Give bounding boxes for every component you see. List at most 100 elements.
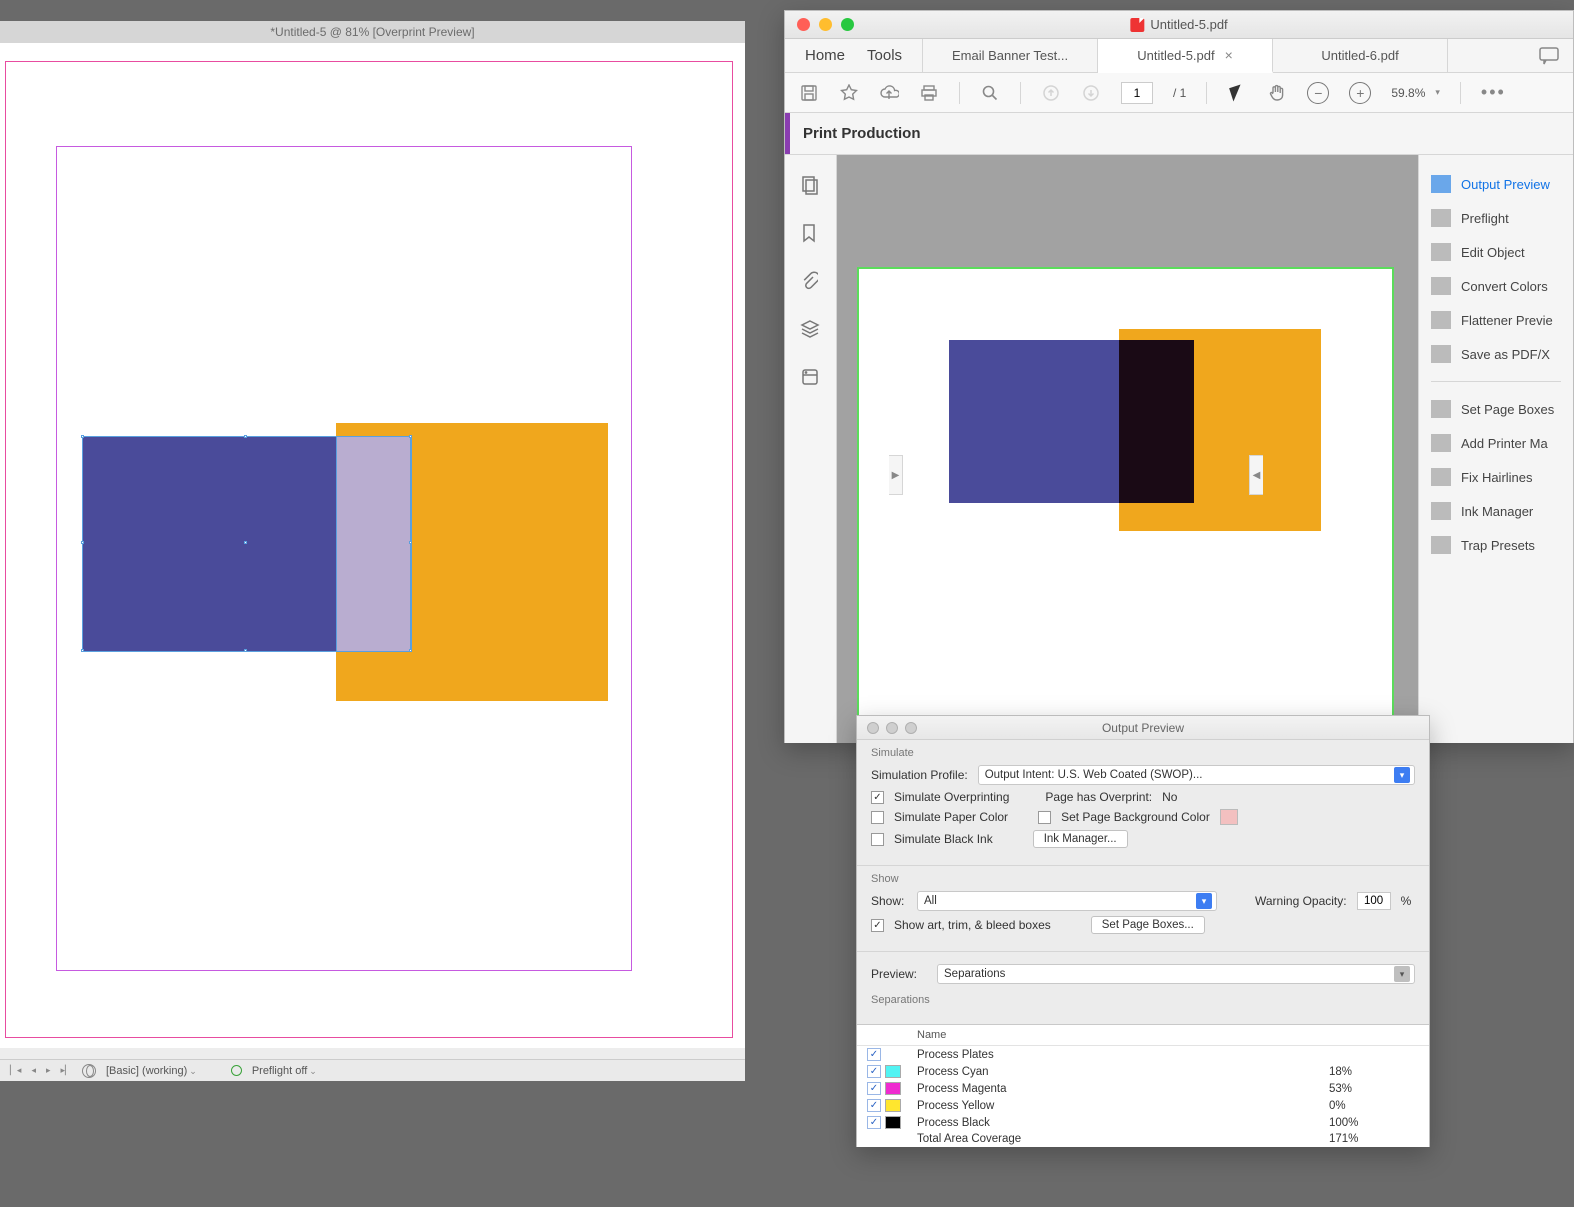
rr-ink-manager[interactable]: Ink Manager: [1419, 494, 1573, 528]
show-select[interactable]: All▾: [917, 891, 1217, 911]
acrobat-window: Untitled-5.pdf Home Tools Email Banner T…: [784, 10, 1574, 743]
zoom-level-dropdown[interactable]: 59.8%▾: [1391, 86, 1440, 100]
more-tools-icon[interactable]: •••: [1481, 82, 1506, 103]
separation-value: 171%: [1329, 1133, 1419, 1145]
nav-home[interactable]: Home: [805, 47, 845, 64]
separation-row[interactable]: Process Black100%: [857, 1114, 1429, 1131]
panel-minimize-icon[interactable]: [886, 722, 898, 734]
set-bg-color-checkbox[interactable]: [1038, 811, 1051, 824]
rr-edit-object[interactable]: Edit Object: [1419, 235, 1573, 269]
separation-row[interactable]: Process Magenta53%: [857, 1080, 1429, 1097]
print-icon[interactable]: [919, 83, 939, 103]
attachment-icon[interactable]: [800, 271, 822, 293]
close-window-icon[interactable]: [797, 18, 810, 31]
separations-label: Separations: [871, 994, 1415, 1006]
page-number-input[interactable]: [1121, 82, 1153, 104]
separation-checkbox[interactable]: [867, 1048, 881, 1061]
output-preview-panel[interactable]: Output Preview Simulate Simulation Profi…: [856, 715, 1430, 1147]
page-down-icon[interactable]: [1081, 83, 1101, 103]
document-viewport[interactable]: ▶ ◀: [837, 155, 1418, 743]
separation-checkbox[interactable]: [867, 1099, 881, 1112]
page-has-overprint-value: No: [1162, 790, 1177, 804]
globe-icon[interactable]: [82, 1064, 96, 1078]
traffic-lights[interactable]: [785, 18, 854, 31]
preset-dropdown[interactable]: [Basic] (working)⌄: [106, 1065, 197, 1077]
separation-checkbox[interactable]: [867, 1065, 881, 1078]
indesign-window: *Untitled-5 @ 81% [Overprint Preview] ▏◂…: [0, 21, 745, 1081]
doc-tab-untitled6[interactable]: Untitled-6.pdf: [1273, 39, 1448, 72]
cloud-icon[interactable]: [879, 83, 899, 103]
simulation-profile-select[interactable]: Output Intent: U.S. Web Coated (SWOP)...…: [978, 765, 1415, 785]
nav-tools[interactable]: Tools: [867, 47, 902, 64]
zoom-out-button[interactable]: −: [1307, 82, 1329, 104]
rr-trap-presets[interactable]: Trap Presets: [1419, 528, 1573, 562]
search-icon[interactable]: [980, 83, 1000, 103]
separation-row[interactable]: Process Cyan18%: [857, 1063, 1429, 1080]
separation-value: 53%: [1329, 1083, 1419, 1095]
page-total: / 1: [1173, 86, 1186, 100]
pdf-icon: [1130, 18, 1144, 32]
simulate-paper-color-checkbox[interactable]: [871, 811, 884, 824]
separation-value: 100%: [1329, 1117, 1419, 1129]
printer-marks-icon: [1431, 434, 1451, 452]
last-page-icon[interactable]: ▸▏: [61, 1065, 72, 1076]
next-page-icon[interactable]: ▸: [46, 1065, 51, 1076]
comment-bubble-icon[interactable]: [1525, 39, 1573, 72]
expand-right-rail-icon[interactable]: ◀: [1249, 455, 1263, 495]
layers-icon[interactable]: [800, 319, 822, 341]
minimize-window-icon[interactable]: [819, 18, 832, 31]
select-tool-icon[interactable]: [1227, 83, 1247, 103]
acrobat-titlebar[interactable]: Untitled-5.pdf: [785, 11, 1573, 39]
rr-preflight[interactable]: Preflight: [1419, 201, 1573, 235]
rr-output-preview[interactable]: Output Preview: [1419, 167, 1573, 201]
save-icon[interactable]: [799, 83, 819, 103]
simulate-overprinting-checkbox[interactable]: [871, 791, 884, 804]
separation-row[interactable]: Process Plates: [857, 1046, 1429, 1063]
page-up-icon[interactable]: [1041, 83, 1061, 103]
panel-title: Output Preview: [1102, 721, 1184, 735]
simulate-black-ink-checkbox[interactable]: [871, 833, 884, 846]
set-page-boxes-button[interactable]: Set Page Boxes...: [1091, 916, 1205, 934]
convert-colors-icon: [1431, 277, 1451, 295]
doc-tab-email-banner[interactable]: Email Banner Test...: [923, 39, 1098, 72]
rr-set-page-boxes[interactable]: Set Page Boxes: [1419, 392, 1573, 426]
preflight-status-icon[interactable]: [231, 1065, 242, 1076]
hand-tool-icon[interactable]: [1267, 83, 1287, 103]
separation-name: Process Yellow: [917, 1100, 1329, 1112]
tags-icon[interactable]: [800, 367, 822, 389]
indesign-canvas[interactable]: [0, 43, 745, 1048]
first-page-icon[interactable]: ▏◂: [10, 1065, 21, 1076]
rr-flattener[interactable]: Flattener Previe: [1419, 303, 1573, 337]
indesign-status-bar: ▏◂ ◂ ▸ ▸▏ [Basic] (working)⌄ Preflight o…: [0, 1059, 745, 1081]
warning-opacity-input[interactable]: [1357, 892, 1391, 910]
separation-checkbox[interactable]: [867, 1082, 881, 1095]
output-preview-titlebar[interactable]: Output Preview: [857, 716, 1429, 740]
panel-close-icon[interactable]: [867, 722, 879, 734]
expand-left-rail-icon[interactable]: ▶: [889, 455, 903, 495]
show-boxes-checkbox[interactable]: [871, 919, 884, 932]
panel-zoom-icon[interactable]: [905, 722, 917, 734]
ink-manager-button[interactable]: Ink Manager...: [1033, 830, 1128, 848]
edit-object-icon: [1431, 243, 1451, 261]
rr-convert-colors[interactable]: Convert Colors: [1419, 269, 1573, 303]
close-tab-icon[interactable]: ×: [1225, 47, 1233, 63]
preview-section: Preview: Separations▾ Separations: [857, 952, 1429, 1024]
preview-select[interactable]: Separations▾: [937, 964, 1415, 984]
zoom-in-button[interactable]: +: [1349, 82, 1371, 104]
thumbnails-icon[interactable]: [800, 175, 822, 197]
separation-row[interactable]: Process Yellow0%: [857, 1097, 1429, 1114]
bg-color-swatch[interactable]: [1220, 809, 1238, 825]
zoom-window-icon[interactable]: [841, 18, 854, 31]
doc-tab-untitled5[interactable]: Untitled-5.pdf×: [1098, 39, 1273, 73]
preflight-dropdown[interactable]: Preflight off⌄: [252, 1065, 317, 1077]
prev-page-icon[interactable]: ◂: [31, 1065, 36, 1076]
separation-value: 0%: [1329, 1100, 1419, 1112]
separation-row[interactable]: Total Area Coverage171%: [857, 1131, 1429, 1147]
bookmark-icon[interactable]: [800, 223, 822, 245]
separation-checkbox[interactable]: [867, 1116, 881, 1129]
rr-fix-hairlines[interactable]: Fix Hairlines: [1419, 460, 1573, 494]
rr-save-pdfx[interactable]: Save as PDF/X: [1419, 337, 1573, 371]
star-icon[interactable]: [839, 83, 859, 103]
rr-add-printer-marks[interactable]: Add Printer Ma: [1419, 426, 1573, 460]
acrobat-tab-row: Home Tools Email Banner Test... Untitled…: [785, 39, 1573, 73]
